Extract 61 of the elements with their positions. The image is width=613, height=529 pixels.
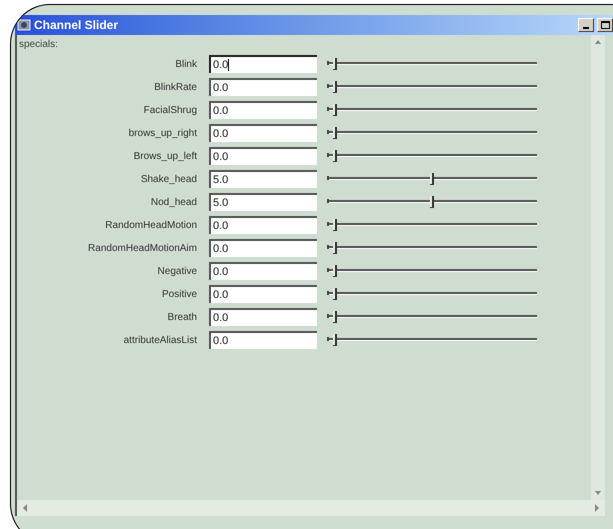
slider-thumb[interactable] (333, 81, 337, 93)
value-field[interactable]: 0.0 (209, 262, 317, 280)
value-field[interactable]: 0.0 (209, 285, 317, 303)
value-field[interactable]: 0.0 (209, 147, 317, 165)
slider-track[interactable] (327, 218, 537, 232)
slider-track[interactable] (327, 287, 537, 301)
slider-thumb[interactable] (333, 265, 337, 277)
slider-thumb[interactable] (333, 58, 337, 70)
slider-track[interactable] (327, 310, 537, 324)
value-field[interactable]: 0.0 (209, 101, 317, 119)
slider-track[interactable] (327, 80, 537, 94)
channel-label: Breath (166, 310, 198, 324)
value-field[interactable]: 5.0 (209, 170, 317, 188)
slider-thumb[interactable] (333, 104, 337, 116)
slider-thumb[interactable] (430, 173, 434, 185)
app-icon (17, 18, 31, 32)
channel-label: Negative (156, 264, 198, 278)
channel-label: brows_up_right (128, 126, 198, 140)
section-label: specials: (18, 38, 59, 52)
channel-label: RandomHeadMotion (104, 218, 198, 232)
channel-label: attributeAliasList (122, 334, 198, 348)
slider-track[interactable] (327, 57, 537, 71)
vertical-scrollbar[interactable] (591, 35, 605, 500)
value-field[interactable]: 0.0 (209, 308, 317, 326)
slider-thumb[interactable] (333, 334, 337, 346)
channel-label: Nod_head (150, 196, 198, 210)
channel-label: Brows_up_left (132, 150, 198, 164)
value-field[interactable]: 0.0 (209, 55, 317, 73)
channel-label: Shake_head (140, 172, 198, 186)
window-title: Channel Slider (34, 19, 118, 31)
slider-thumb[interactable] (333, 127, 337, 139)
horizontal-scrollbar[interactable] (15, 500, 605, 516)
slider-thumb[interactable] (333, 150, 337, 162)
channel-label: Positive (160, 288, 198, 302)
slider-thumb[interactable] (333, 242, 337, 254)
slider-track[interactable] (327, 264, 537, 278)
slider-thumb[interactable] (333, 311, 337, 323)
slider-thumb[interactable] (333, 219, 337, 231)
minimize-button[interactable] (578, 18, 594, 32)
maximize-icon (600, 21, 610, 29)
value-field[interactable]: 5.0 (209, 193, 317, 211)
value-field[interactable]: 0.0 (209, 124, 317, 142)
channel-label: FacialShrug (142, 104, 198, 118)
channel-label: Blink (174, 58, 198, 72)
slider-track[interactable] (327, 195, 537, 209)
value-field[interactable]: 0.0 (209, 239, 317, 257)
slider-thumb[interactable] (430, 196, 434, 208)
slider-track[interactable] (327, 333, 537, 347)
slider-track[interactable] (327, 172, 537, 186)
slider-track[interactable] (327, 149, 537, 163)
value-field[interactable]: 0.0 (209, 78, 317, 96)
channel-label: BlinkRate (153, 80, 198, 94)
value-field[interactable]: 0.0 (209, 216, 317, 234)
value-field[interactable]: 0.0 (209, 331, 317, 349)
slider-track[interactable] (327, 241, 537, 255)
maximize-button[interactable] (597, 18, 613, 32)
slider-track[interactable] (327, 103, 537, 117)
slider-thumb[interactable] (333, 288, 337, 300)
minimize-icon (583, 27, 589, 29)
slider-track[interactable] (327, 126, 537, 140)
channel-label: RandomHeadMotionAim (87, 242, 198, 256)
